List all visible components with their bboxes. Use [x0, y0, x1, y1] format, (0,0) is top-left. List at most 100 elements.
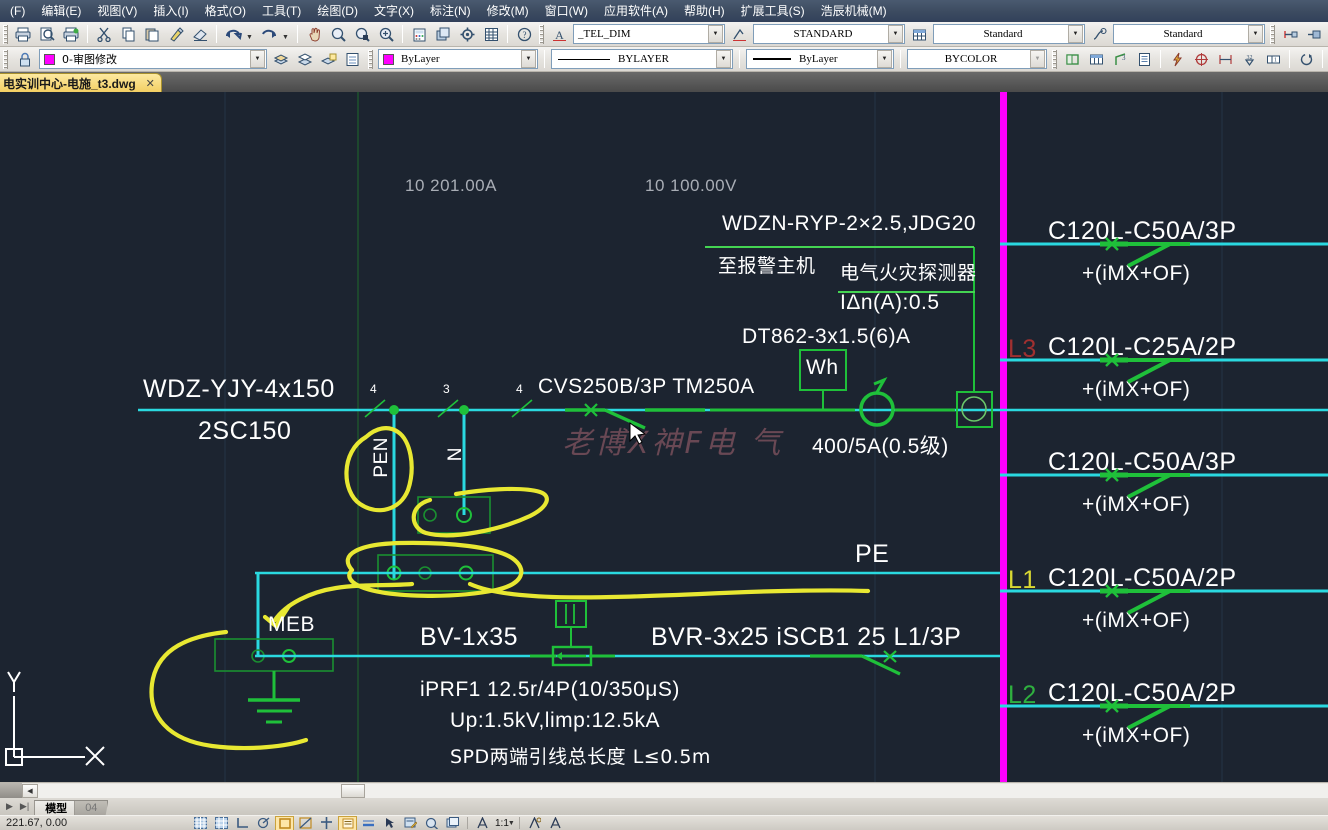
attribute-icon[interactable]: 1 — [1262, 49, 1284, 70]
toolbar-grip-5[interactable] — [368, 49, 373, 69]
match-properties-icon[interactable] — [165, 24, 187, 45]
menu-item-6[interactable]: 绘图(D) — [309, 1, 366, 21]
print-preview-icon[interactable] — [36, 24, 58, 45]
3d-icon[interactable]: 3 — [1109, 49, 1131, 70]
field-icon[interactable]: 32 — [1238, 49, 1260, 70]
mleader-style-combo[interactable]: Standard ▼ — [1113, 24, 1265, 44]
undo-dropdown-icon[interactable]: ▼ — [246, 24, 256, 45]
multileader-remove-icon[interactable] — [1303, 24, 1325, 45]
zoom-window-icon[interactable] — [351, 24, 373, 45]
menu-item-5[interactable]: 工具(T) — [254, 1, 309, 21]
text-style-combo[interactable]: STANDARD ▼ — [753, 24, 905, 44]
lineweight-combo[interactable]: ByLayer ▼ — [746, 49, 894, 69]
transparency-icon[interactable] — [422, 816, 441, 830]
toolbar-grip-6[interactable] — [1052, 49, 1057, 69]
dimstyle-icon[interactable]: A — [548, 24, 570, 45]
menu-item-7[interactable]: 文字(X) — [366, 1, 422, 21]
polar-tracking-icon[interactable] — [254, 816, 273, 830]
toolbar-grip-2[interactable] — [539, 24, 544, 44]
layer-combo[interactable]: 0-审图修改 ▼ — [39, 49, 267, 69]
linetype-combo[interactable]: BYLAYER ▼ — [551, 49, 733, 69]
chevron-down-icon[interactable]: ▼ — [250, 50, 265, 68]
dim-linear-icon[interactable] — [1214, 49, 1236, 70]
scrollbar-track[interactable] — [38, 783, 1328, 798]
zoom-realtime-icon[interactable] — [327, 24, 349, 45]
chevron-down-icon[interactable]: ▼ — [1068, 25, 1083, 43]
tab-layout-04[interactable]: 04 — [74, 800, 109, 815]
properties-icon[interactable] — [456, 24, 478, 45]
otrack-icon[interactable] — [296, 816, 315, 830]
next-layout-icon[interactable]: ▶ — [4, 801, 18, 815]
workspace-icon[interactable] — [443, 816, 462, 830]
menu-item-10[interactable]: 窗口(W) — [537, 1, 596, 21]
dim-style-combo[interactable]: _TEL_DIM ▼ — [573, 24, 725, 44]
menu-item-9[interactable]: 修改(M) — [479, 1, 537, 21]
toolbar-grip-4[interactable] — [3, 49, 8, 69]
menu-item-3[interactable]: 插入(I) — [145, 1, 196, 21]
table-style-combo[interactable]: Standard ▼ — [933, 24, 1085, 44]
chevron-down-icon[interactable]: ▼ — [888, 25, 903, 43]
erase-icon[interactable] — [189, 24, 211, 45]
help-icon[interactable]: ? — [513, 24, 535, 45]
plot-icon[interactable] — [60, 24, 82, 45]
copy-icon[interactable] — [117, 24, 139, 45]
toolbar-grip-3[interactable] — [1270, 24, 1275, 44]
menu-item-8[interactable]: 标注(N) — [422, 1, 479, 21]
color-combo[interactable]: ByLayer ▼ — [378, 49, 538, 69]
chevron-down-icon[interactable]: ▼ — [716, 50, 731, 68]
block-icon[interactable] — [432, 24, 454, 45]
scroll-left-button[interactable]: ◀ — [22, 783, 38, 798]
pan-icon[interactable] — [303, 24, 325, 45]
mleaderstyle-icon[interactable] — [1088, 24, 1110, 45]
selection-cycling-icon[interactable] — [380, 816, 399, 830]
osnap-icon[interactable] — [275, 815, 294, 830]
annotation-autoscale-icon[interactable] — [546, 816, 565, 830]
chevron-down-icon[interactable]: ▼ — [877, 50, 892, 68]
plotstyle-combo[interactable]: BYCOLOR ▼ — [907, 49, 1047, 69]
file-tab[interactable]: 电实训中心-电施_t3.dwg ✕ — [0, 73, 162, 92]
chevron-down-icon[interactable]: ▼ — [508, 820, 515, 827]
table-insert-icon[interactable] — [1085, 49, 1107, 70]
coordinate-display[interactable]: 221.67, 0.00 — [0, 817, 190, 829]
menu-item-4[interactable]: 格式(O) — [197, 1, 254, 21]
close-icon[interactable]: ✕ — [146, 77, 155, 90]
menu-item-13[interactable]: 扩展工具(S) — [733, 1, 813, 21]
drawing-canvas[interactable]: 10 201.00A 10 100.00V WDZN-RYP-2×2.5,JDG… — [0, 92, 1328, 782]
list-icon[interactable] — [1133, 49, 1155, 70]
textstyle-icon[interactable] — [728, 24, 750, 45]
tab-model[interactable]: 模型 — [34, 800, 79, 815]
scrollbar-thumb[interactable] — [341, 783, 365, 798]
lightning-icon[interactable] — [1166, 49, 1188, 70]
print-icon[interactable] — [12, 24, 34, 45]
tablestyle-icon[interactable] — [908, 24, 930, 45]
menu-item-11[interactable]: 应用软件(A) — [596, 1, 676, 21]
lineweight-icon[interactable] — [359, 816, 378, 830]
dynamic-ucs-icon[interactable] — [317, 816, 336, 830]
design-center-icon[interactable] — [480, 24, 502, 45]
snap-grid-icon[interactable] — [191, 816, 210, 830]
viewport-icon[interactable] — [1061, 49, 1083, 70]
annotation-scale-icon[interactable] — [473, 816, 492, 830]
menu-item-14[interactable]: 浩辰机械(M) — [813, 1, 895, 21]
zoom-previous-icon[interactable] — [375, 24, 397, 45]
menu-item-0[interactable]: (F) — [2, 1, 33, 21]
grid-display-icon[interactable] — [212, 816, 231, 830]
refresh-icon[interactable] — [1295, 49, 1317, 70]
paste-icon[interactable] — [141, 24, 163, 45]
toolbar-grip[interactable] — [3, 24, 8, 44]
redo-icon[interactable] — [258, 24, 280, 45]
layer-isolate-icon[interactable] — [294, 49, 316, 70]
cut-icon[interactable] — [93, 24, 115, 45]
layer-freeze-icon[interactable] — [318, 49, 340, 70]
chevron-down-icon[interactable]: ▼ — [1248, 25, 1263, 43]
quick-calc-icon[interactable] — [408, 24, 430, 45]
chevron-down-icon[interactable]: ▼ — [708, 25, 723, 43]
horizontal-scrollbar[interactable]: ◀ — [0, 782, 1328, 799]
undo-icon[interactable] — [222, 24, 244, 45]
chevron-down-icon[interactable]: ▼ — [521, 50, 536, 68]
multileader-add-icon[interactable] — [1279, 24, 1301, 45]
annotation-visibility-icon[interactable] — [525, 816, 544, 830]
last-layout-icon[interactable]: ▶| — [18, 801, 34, 815]
dynamic-input-icon[interactable] — [338, 815, 357, 830]
menu-item-12[interactable]: 帮助(H) — [676, 1, 733, 21]
